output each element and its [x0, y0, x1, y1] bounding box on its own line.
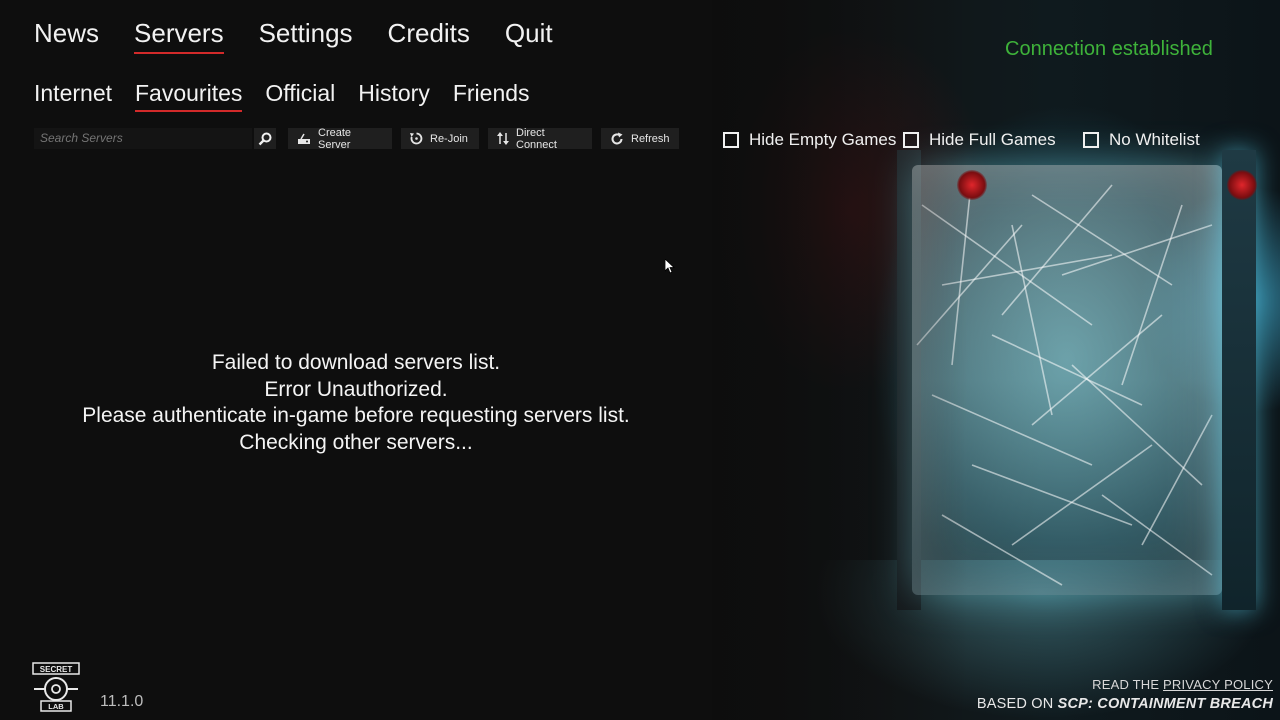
direct-connect-label: Direct Connect [516, 126, 557, 151]
error-line: Failed to download servers list. [211, 351, 501, 374]
nav-news[interactable]: News [34, 18, 99, 54]
server-icon [297, 133, 311, 145]
rejoin-label: Re-Join [430, 132, 468, 145]
logo-text-top: SECRET [40, 665, 73, 674]
hide-full-label: Hide Full Games [929, 130, 1056, 149]
mouse-cursor-icon [665, 259, 675, 274]
hide-full-checkbox[interactable] [903, 132, 919, 148]
error-line: Checking other servers... [239, 430, 473, 454]
search-input[interactable] [34, 128, 252, 149]
error-line: Please authenticate in-game before reque… [82, 404, 630, 427]
tab-official[interactable]: Official [265, 80, 335, 112]
no-whitelist-checkbox[interactable] [1083, 132, 1099, 148]
tab-history[interactable]: History [358, 80, 430, 112]
version-label: 11.1.0 [100, 693, 144, 710]
server-list-error: Failed to download servers list. Error U… [20, 350, 692, 456]
connection-status: Connection established [1005, 38, 1213, 60]
nav-quit[interactable]: Quit [505, 18, 553, 54]
refresh-button[interactable]: Refresh [601, 128, 679, 149]
filter-hide-empty[interactable]: Hide Empty Games [723, 130, 896, 150]
nav-settings[interactable]: Settings [259, 18, 353, 54]
refresh-icon [610, 132, 624, 146]
tab-friends[interactable]: Friends [453, 80, 530, 112]
server-tabs: Internet Favourites Official History Fri… [34, 80, 553, 112]
logo-text-bottom: LAB [48, 702, 64, 711]
refresh-label: Refresh [631, 132, 670, 145]
privacy-policy-link[interactable]: PRIVACY POLICY [1163, 677, 1273, 692]
create-server-button[interactable]: Create Server [288, 126, 392, 151]
error-line: Error Unauthorized. [264, 377, 448, 401]
background-art [712, 0, 1280, 720]
hide-empty-label: Hide Empty Games [749, 130, 897, 149]
based-on-credit: BASED ON SCP: CONTAINMENT BREACH [977, 696, 1273, 712]
rejoin-button[interactable]: Re-Join [401, 128, 479, 149]
background-vignette [712, 0, 1280, 720]
hide-empty-checkbox[interactable] [723, 132, 739, 148]
search-button[interactable] [254, 128, 276, 149]
based-on-game: SCP: CONTAINMENT BREACH [1057, 696, 1273, 712]
direct-connect-button[interactable]: Direct Connect [488, 126, 592, 151]
filter-hide-full[interactable]: Hide Full Games [903, 130, 1056, 150]
create-server-label: Create Server [318, 126, 352, 151]
transfer-arrows-icon [497, 132, 509, 145]
tab-favourites[interactable]: Favourites [135, 80, 243, 112]
no-whitelist-label: No Whitelist [1109, 130, 1200, 149]
secret-lab-logo: SECRET LAB [32, 662, 80, 712]
rejoin-icon [410, 132, 423, 145]
main-nav: News Servers Settings Credits Quit [34, 18, 588, 54]
nav-credits[interactable]: Credits [388, 18, 470, 54]
nav-servers[interactable]: Servers [134, 18, 224, 54]
privacy-prefix: READ THE [1092, 677, 1164, 692]
privacy-notice: READ THE PRIVACY POLICY [1092, 677, 1273, 692]
main-menu-screen: News Servers Settings Credits Quit Inter… [0, 0, 1280, 720]
magnifier-icon [258, 132, 272, 145]
based-on-prefix: BASED ON [976, 696, 1058, 712]
filter-no-whitelist[interactable]: No Whitelist [1083, 130, 1200, 150]
tab-internet[interactable]: Internet [34, 80, 112, 112]
